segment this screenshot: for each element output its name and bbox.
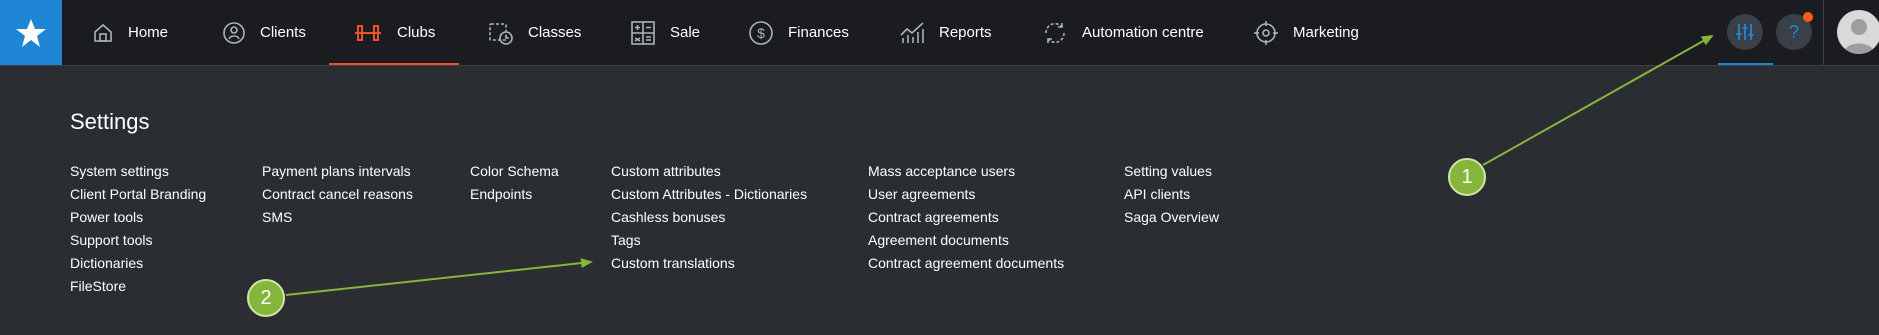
settings-column-6: Setting values API clients Saga Overview <box>1124 160 1219 229</box>
user-avatar-icon <box>1843 19 1875 54</box>
settings-link-custom-attributes-dictionaries[interactable]: Custom Attributes - Dictionaries <box>611 183 807 206</box>
settings-link-sms[interactable]: SMS <box>262 206 413 229</box>
star-logo-icon <box>16 18 46 47</box>
nav-label-classes: Classes <box>528 24 582 41</box>
nav-item-classes[interactable]: Classes <box>488 0 581 65</box>
nav-label-clubs: Clubs <box>397 24 436 41</box>
settings-link-cashless-bonuses[interactable]: Cashless bonuses <box>611 206 807 229</box>
settings-link-endpoints[interactable]: Endpoints <box>470 183 559 206</box>
nav-item-sale[interactable]: Sale <box>630 0 700 65</box>
settings-link-client-portal-branding[interactable]: Client Portal Branding <box>70 183 206 206</box>
settings-link-support-tools[interactable]: Support tools <box>70 229 206 252</box>
settings-button[interactable] <box>1727 14 1763 50</box>
nav-item-clubs[interactable]: Clubs <box>328 0 460 65</box>
nav-item-marketing[interactable]: Marketing <box>1253 0 1359 65</box>
settings-column-1: System settings Client Portal Branding P… <box>70 160 206 298</box>
nav-label-clients: Clients <box>260 24 306 41</box>
nav-item-clients[interactable]: Clients <box>222 0 306 65</box>
page-title: Settings <box>70 109 150 134</box>
sliders-icon <box>1736 24 1754 40</box>
target-icon <box>1254 20 1278 45</box>
settings-link-filestore[interactable]: FileStore <box>70 275 206 298</box>
clients-icon <box>223 21 245 44</box>
notification-dot <box>1803 12 1813 22</box>
settings-link-saga-overview[interactable]: Saga Overview <box>1124 206 1219 229</box>
settings-link-api-clients[interactable]: API clients <box>1124 183 1219 206</box>
nav-item-home[interactable]: Home <box>92 0 168 65</box>
settings-link-tags[interactable]: Tags <box>611 229 807 252</box>
nav-label-home: Home <box>128 24 169 41</box>
settings-link-custom-attributes[interactable]: Custom attributes <box>611 160 807 183</box>
calculator-icon <box>631 20 655 45</box>
nav-label-marketing: Marketing <box>1293 24 1359 41</box>
settings-link-setting-values[interactable]: Setting values <box>1124 160 1219 183</box>
callout-2: 2 <box>247 279 285 317</box>
app-logo[interactable] <box>0 0 62 65</box>
settings-link-user-agreements[interactable]: User agreements <box>868 183 1064 206</box>
settings-link-contract-agreements[interactable]: Contract agreements <box>868 206 1064 229</box>
settings-link-payment-plans-intervals[interactable]: Payment plans intervals <box>262 160 413 183</box>
calendar-clock-icon <box>489 22 513 45</box>
settings-column-3: Color Schema Endpoints <box>470 160 559 206</box>
nav-label-reports: Reports <box>939 24 992 41</box>
sync-icon <box>1045 22 1065 43</box>
settings-link-agreement-documents[interactable]: Agreement documents <box>868 229 1064 252</box>
settings-link-power-tools[interactable]: Power tools <box>70 206 206 229</box>
dollar-icon: $ <box>749 20 773 45</box>
svg-text:$: $ <box>757 25 765 41</box>
question-icon: ? <box>1788 21 1799 42</box>
settings-link-color-schema[interactable]: Color Schema <box>470 160 559 183</box>
dumbbell-icon <box>355 24 381 41</box>
settings-link-contract-cancel-reasons[interactable]: Contract cancel reasons <box>262 183 413 206</box>
nav-item-finances[interactable]: $ Finances <box>748 0 849 65</box>
nav-label-sale: Sale <box>670 24 701 41</box>
settings-link-custom-translations[interactable]: Custom translations <box>611 252 807 275</box>
nav-item-automation-centre[interactable]: Automation centre <box>1042 0 1204 65</box>
top-navigation-bar: Home Clients Clubs Classes Sale $ Financ… <box>0 0 1879 66</box>
settings-column-4: Custom attributes Custom Attributes - Di… <box>611 160 807 275</box>
settings-column-5: Mass acceptance users User agreements Co… <box>868 160 1064 275</box>
arrow-2 <box>285 258 593 296</box>
settings-active-indicator <box>1718 63 1773 65</box>
chart-icon <box>900 21 924 43</box>
nav-item-reports[interactable]: Reports <box>899 0 992 65</box>
settings-link-system-settings[interactable]: System settings <box>70 160 206 183</box>
home-icon <box>94 23 112 42</box>
avatar[interactable] <box>1837 10 1879 54</box>
nav-label-automation-centre: Automation centre <box>1082 24 1204 41</box>
settings-link-mass-acceptance-users[interactable]: Mass acceptance users <box>868 160 1064 183</box>
nav-label-finances: Finances <box>788 24 849 41</box>
header-divider <box>1823 0 1824 65</box>
settings-link-contract-agreement-documents[interactable]: Contract agreement documents <box>868 252 1064 275</box>
settings-column-2: Payment plans intervals Contract cancel … <box>262 160 413 229</box>
settings-link-dictionaries[interactable]: Dictionaries <box>70 252 206 275</box>
callout-1: 1 <box>1448 158 1486 196</box>
